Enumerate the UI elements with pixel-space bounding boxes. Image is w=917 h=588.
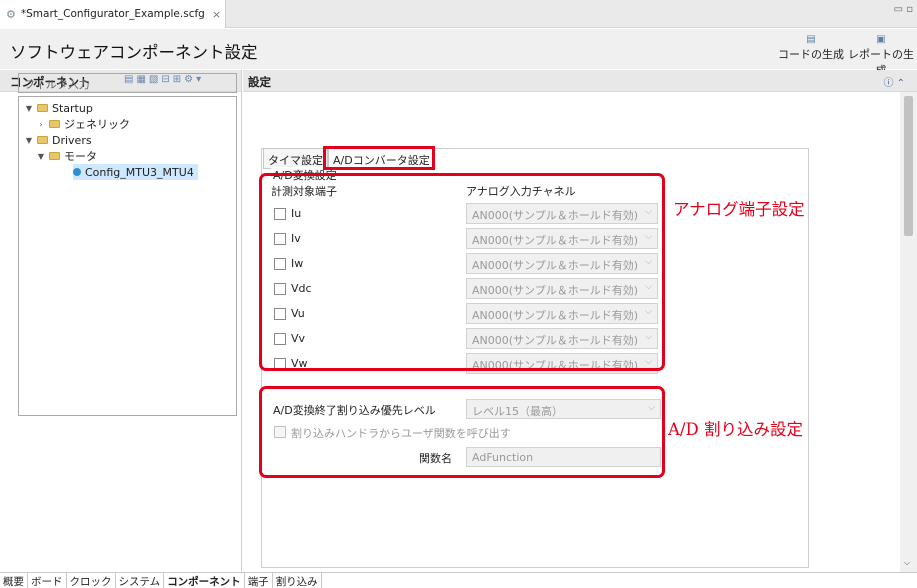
- component-tree: ▼ Startup › ジェネリック ▼ Drivers ▼ モータ Confi…: [18, 96, 237, 416]
- chevron-right-icon[interactable]: ›: [37, 120, 45, 129]
- tab-pins[interactable]: 端子: [245, 573, 273, 588]
- window-controls[interactable]: ▭ ▫: [894, 4, 913, 15]
- tree-item-label: Config_MTU3_MTU4: [85, 165, 194, 179]
- tree-item-motor[interactable]: ▼ モータ: [37, 148, 97, 164]
- folder-icon: [49, 120, 60, 128]
- tree-item-generic[interactable]: › ジェネリック: [37, 116, 130, 132]
- tree-item-label: モータ: [64, 150, 97, 163]
- tab-board[interactable]: ボード: [28, 573, 67, 588]
- editor-tab-strip: ⚙ *Smart_Configurator_Example.scfg × ▭ ▫: [0, 0, 917, 28]
- settings-scrollbar[interactable]: ⌵: [900, 92, 917, 572]
- settings-pane-header: 設定 ⓘ ⌃: [243, 70, 917, 92]
- tree-item-startup[interactable]: ▼ Startup: [25, 100, 93, 116]
- generate-code-label: コードの生成: [778, 48, 844, 61]
- filter-input[interactable]: フィルタ入力: [18, 73, 237, 93]
- generate-report-icon: ▣: [876, 34, 886, 45]
- chevron-down-icon[interactable]: ▼: [37, 152, 45, 161]
- interrupt-highlight: [259, 386, 665, 478]
- tree-item-config-mtu3-mtu4[interactable]: Config_MTU3_MTU4: [73, 164, 198, 180]
- annotation-interrupt: A/D 割り込み設定: [668, 420, 803, 439]
- folder-icon: [37, 136, 48, 144]
- editor-tab-title: *Smart_Configurator_Example.scfg: [20, 8, 205, 20]
- component-icon: [73, 168, 81, 176]
- bottom-tab-bar: 概要 ボード クロック システム コンポーネント 端子 割り込み: [0, 572, 917, 588]
- tree-item-drivers[interactable]: ▼ Drivers: [25, 132, 92, 148]
- page-header: ソフトウェアコンポーネント設定 ▤ コードの生成 ▣ レポートの生成: [0, 29, 917, 77]
- folder-icon: [49, 152, 60, 160]
- chevron-down-icon[interactable]: ▼: [25, 104, 33, 113]
- tab-overview[interactable]: 概要: [0, 573, 28, 588]
- close-icon[interactable]: ×: [212, 8, 221, 21]
- tree-item-label: Drivers: [52, 133, 92, 147]
- tab-timer-settings[interactable]: タイマ設定: [263, 148, 328, 169]
- chevron-down-icon[interactable]: ▼: [25, 136, 33, 145]
- smart-configurator-editor: ⚙ *Smart_Configurator_Example.scfg × ▭ ▫…: [0, 0, 917, 588]
- generate-code-icon: ▤: [806, 34, 816, 45]
- folder-icon: [37, 104, 48, 112]
- annotation-analog-pins: アナログ端子設定: [673, 200, 805, 219]
- adc-tab-highlight: [323, 146, 435, 170]
- tree-item-label: Startup: [52, 101, 93, 115]
- tab-system[interactable]: システム: [116, 573, 165, 588]
- analog-pins-highlight: [259, 173, 665, 371]
- chevron-down-icon[interactable]: ⌵: [904, 558, 910, 568]
- config-file-icon: ⚙: [6, 7, 16, 21]
- scrollbar-thumb[interactable]: [904, 96, 913, 236]
- page-title: ソフトウェアコンポーネント設定: [10, 43, 258, 62]
- tab-interrupts[interactable]: 割り込み: [273, 573, 322, 588]
- tab-components[interactable]: コンポーネント: [164, 573, 245, 588]
- tab-clock[interactable]: クロック: [67, 573, 116, 588]
- info-icon[interactable]: ⓘ ⌃: [883, 74, 905, 89]
- tree-item-label: ジェネリック: [64, 118, 130, 131]
- editor-tab[interactable]: ⚙ *Smart_Configurator_Example.scfg ×: [0, 0, 226, 28]
- settings-pane-title: 設定: [248, 75, 271, 89]
- generate-code-button[interactable]: ▤ コードの生成: [778, 33, 844, 62]
